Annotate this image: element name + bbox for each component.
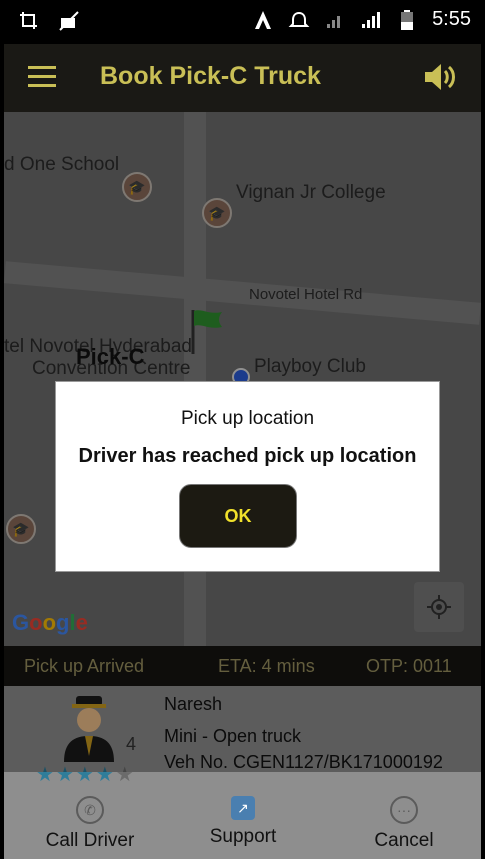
cancel-button[interactable]: ··· Cancel — [364, 796, 444, 852]
dialog-title: Pick up location — [180, 408, 315, 429]
data-saver-icon — [252, 9, 274, 31]
app-frame: 5:55 Book Pick-C Truck d One School 🎓 Vi… — [4, 0, 481, 859]
phone-icon: ✆ — [76, 796, 104, 824]
more-icon: ··· — [390, 796, 418, 824]
speaker-icon[interactable] — [423, 62, 457, 92]
ok-button[interactable]: OK — [179, 484, 297, 548]
dialog-message: Driver has reached pick up location — [78, 445, 417, 467]
app-bar: Book Pick-C Truck — [4, 44, 481, 112]
menu-icon[interactable] — [28, 66, 56, 88]
cancel-label: Cancel — [374, 830, 434, 851]
call-driver-button[interactable]: ✆ Call Driver — [40, 796, 140, 852]
app-title: Book Pick-C Truck — [100, 62, 321, 90]
status-time: 5:55 — [432, 8, 471, 30]
status-bar: 5:55 — [4, 0, 481, 44]
no-camera-icon — [58, 10, 80, 32]
signal-icon — [324, 9, 346, 31]
battery-30-icon — [396, 9, 418, 31]
support-button[interactable]: ↗ Support — [198, 796, 288, 848]
call-driver-label: Call Driver — [45, 830, 135, 851]
alarm-icon — [288, 9, 310, 31]
4g-signal-icon — [360, 9, 382, 31]
crop-icon — [18, 10, 40, 32]
support-label: Support — [209, 826, 277, 847]
pickup-dialog: Pick up location Driver has reached pick… — [55, 381, 440, 572]
share-icon: ↗ — [231, 796, 255, 820]
